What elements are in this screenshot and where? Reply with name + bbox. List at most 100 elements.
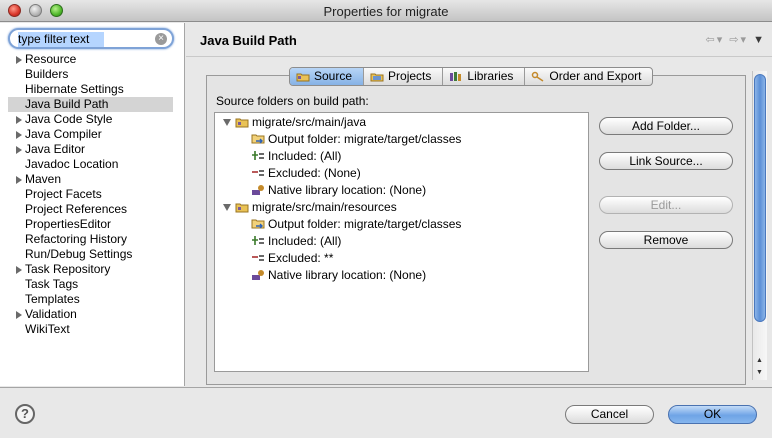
nav-item[interactable]: Javadoc Location xyxy=(0,157,185,172)
expand-triangle-icon[interactable] xyxy=(16,266,22,274)
source-folder-tree[interactable]: migrate/src/main/java Output folder: migr… xyxy=(214,112,589,372)
scroll-down-arrow-icon[interactable]: ▼ xyxy=(756,369,763,376)
collapse-triangle-icon[interactable] xyxy=(223,119,231,126)
nav-item[interactable]: Hibernate Settings xyxy=(0,82,185,97)
header-divider xyxy=(186,56,772,57)
tab-projects[interactable]: Projects xyxy=(364,68,444,85)
expand-triangle-icon[interactable] xyxy=(16,146,22,154)
vertical-scrollbar[interactable]: ▲ ▼ xyxy=(752,71,767,380)
excluded-pattern-node[interactable]: Excluded: (None) xyxy=(251,165,581,182)
nav-item[interactable]: Refactoring History xyxy=(0,232,185,247)
property-page: Java Build Path ⇦▾ ⇨▾ ▼ Source Projects … xyxy=(186,23,772,386)
tab-label: Order and Export xyxy=(549,69,642,83)
forward-arrow-icon[interactable]: ⇨▾ xyxy=(729,34,748,46)
output-folder-label: Output folder: migrate/target/classes xyxy=(268,217,462,231)
nav-item-label: Java Compiler xyxy=(25,127,102,141)
source-folder-path: migrate/src/main/java xyxy=(252,115,367,129)
nav-item[interactable]: Java Editor xyxy=(0,142,185,157)
expand-triangle-icon[interactable] xyxy=(16,131,22,139)
included-pattern-label: Included: (All) xyxy=(268,234,342,248)
nav-item[interactable]: WikiText xyxy=(0,322,185,337)
edit-button[interactable]: Edit... xyxy=(599,196,733,214)
expand-triangle-icon[interactable] xyxy=(16,116,22,124)
tab-order-and-export[interactable]: Order and Export xyxy=(525,68,652,85)
expand-triangle-icon[interactable] xyxy=(16,311,22,319)
dialog-footer: ? Cancel OK xyxy=(0,387,772,438)
tab-source[interactable]: Source xyxy=(290,68,365,85)
nav-item[interactable]: Java Compiler xyxy=(0,127,185,142)
nav-item-label: Maven xyxy=(25,172,62,186)
nav-item[interactable]: Project References xyxy=(0,202,185,217)
native-library-location-node[interactable]: Native library location: (None) xyxy=(251,267,581,284)
native-library-location-node[interactable]: Native library location: (None) xyxy=(251,182,581,199)
back-arrow-icon[interactable]: ⇦▾ xyxy=(705,34,724,46)
scrollbar-thumb[interactable] xyxy=(754,74,766,322)
nav-item[interactable]: Builders xyxy=(0,67,185,82)
nav-item[interactable]: Task Repository xyxy=(0,262,185,277)
nav-item-label: Templates xyxy=(25,292,80,306)
nav-item-label: Java Build Path xyxy=(25,97,109,111)
excluded-pattern-icon xyxy=(252,170,264,176)
add-folder-button[interactable]: Add Folder... xyxy=(599,117,733,135)
title-bar: Properties for migrate xyxy=(0,0,772,22)
nav-item-label: Project Facets xyxy=(25,187,102,201)
help-icon[interactable]: ? xyxy=(15,404,35,424)
link-source-button[interactable]: Link Source... xyxy=(599,152,733,170)
output-folder-icon xyxy=(251,219,265,229)
nav-item-label: WikiText xyxy=(25,322,70,336)
nav-item[interactable]: Task Tags xyxy=(0,277,185,292)
preferences-sidebar: × ResourceBuildersHibernate SettingsJava… xyxy=(0,23,185,386)
source-folder-icon xyxy=(235,203,249,213)
nav-item-label: Builders xyxy=(25,67,69,81)
nav-item-label: Javadoc Location xyxy=(25,157,119,171)
expand-triangle-icon[interactable] xyxy=(16,56,22,64)
order-export-tab-icon xyxy=(532,71,544,82)
libraries-tab-icon xyxy=(450,72,462,81)
property-page-list: Resource Builders Hibernate Settings Java B… xyxy=(0,52,185,337)
included-pattern-node[interactable]: Included: (All) xyxy=(251,233,581,250)
view-menu-icon[interactable]: ▼ xyxy=(753,34,766,46)
filter-input[interactable] xyxy=(18,31,156,47)
excluded-pattern-label: Excluded: ** xyxy=(268,251,334,265)
output-folder-node[interactable]: Output folder: migrate/target/classes xyxy=(251,216,581,233)
nav-item[interactable]: Maven xyxy=(0,172,185,187)
source-folders-label: Source folders on build path: xyxy=(216,94,369,108)
native-library-location-label: Native library location: (None) xyxy=(268,268,427,282)
nav-item[interactable]: PropertiesEditor xyxy=(0,217,185,232)
nav-item[interactable]: Resource xyxy=(0,52,185,67)
nav-item-label: Validation xyxy=(25,307,77,321)
source-folder-path: migrate/src/main/resources xyxy=(252,200,397,214)
included-pattern-icon xyxy=(252,236,264,245)
tab-label: Libraries xyxy=(467,69,514,83)
output-folder-node[interactable]: Output folder: migrate/target/classes xyxy=(251,131,581,148)
tab-bar: Source Projects Libraries Order and Expo… xyxy=(289,67,654,86)
nav-item[interactable]: Templates xyxy=(0,292,185,307)
nav-item-label: Resource xyxy=(25,52,77,66)
source-folder-node[interactable]: migrate/src/main/java xyxy=(221,114,581,131)
source-folder-node[interactable]: migrate/src/main/resources xyxy=(221,199,581,216)
expand-triangle-icon[interactable] xyxy=(16,176,22,184)
window-title: Properties for migrate xyxy=(323,4,449,19)
remove-button[interactable]: Remove xyxy=(599,231,733,249)
nav-item-label: Java Code Style xyxy=(25,112,113,126)
tab-libraries[interactable]: Libraries xyxy=(443,68,526,85)
output-folder-icon xyxy=(251,134,265,144)
excluded-pattern-node[interactable]: Excluded: ** xyxy=(251,250,581,267)
cancel-button[interactable]: Cancel xyxy=(565,405,654,424)
nav-item-label: Task Tags xyxy=(25,277,79,291)
nav-item[interactable]: Run/Debug Settings xyxy=(0,247,185,262)
collapse-triangle-icon[interactable] xyxy=(223,204,231,211)
page-title: Java Build Path xyxy=(200,33,297,48)
ok-button[interactable]: OK xyxy=(668,405,757,424)
scroll-up-arrow-icon[interactable]: ▲ xyxy=(756,357,763,364)
included-pattern-node[interactable]: Included: (All) xyxy=(251,148,581,165)
nav-item[interactable]: Java Build Path xyxy=(8,97,173,112)
nav-item[interactable]: Project Facets xyxy=(0,187,185,202)
nav-item[interactable]: Java Code Style xyxy=(0,112,185,127)
nav-item-label: Java Editor xyxy=(25,142,86,156)
included-pattern-icon xyxy=(252,151,264,160)
nav-item[interactable]: Validation xyxy=(0,307,185,322)
clear-filter-icon[interactable]: × xyxy=(155,33,167,45)
filter-box[interactable]: × xyxy=(8,28,174,49)
output-folder-label: Output folder: migrate/target/classes xyxy=(268,132,462,146)
